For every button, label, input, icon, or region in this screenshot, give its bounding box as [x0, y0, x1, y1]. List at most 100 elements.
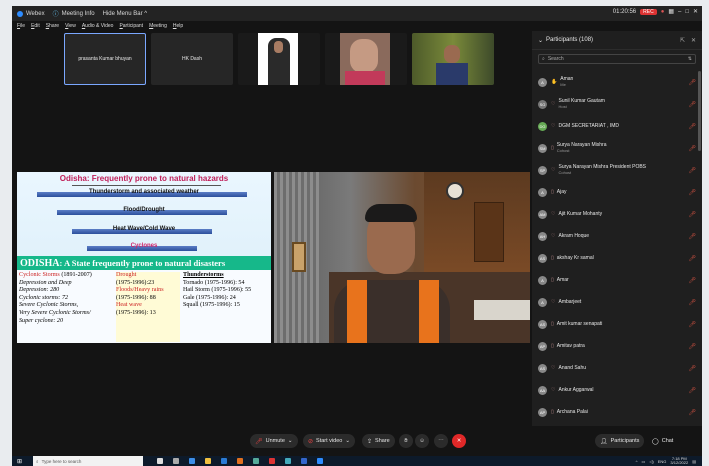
- edge-icon[interactable]: [189, 458, 196, 464]
- avatar: SG: [538, 99, 547, 109]
- smiley-icon: ☺: [419, 438, 425, 444]
- webex-menu[interactable]: Webex: [17, 10, 45, 17]
- participant-row[interactable]: AS ▯ Amit kumar senapati 🎤︎: [532, 313, 702, 335]
- menu-help[interactable]: Help: [173, 23, 183, 29]
- participant-row[interactable]: AS ♡ Anand Sahu 🎤︎: [532, 357, 702, 379]
- video-thumbnail-1[interactable]: [238, 33, 320, 85]
- unmute-button[interactable]: 🎤︎ Unmute ⌄: [250, 434, 298, 448]
- participants-label: Participants: [610, 438, 640, 444]
- muted-mic-icon[interactable]: 🎤︎: [688, 145, 696, 152]
- minimize-button[interactable]: –: [678, 9, 681, 15]
- thumbnail-hk-dash[interactable]: HK Dash: [151, 33, 233, 85]
- meeting-controls-bar: 🎤︎ Unmute ⌄ ⊘ Start video ⌄ ⇪ Share ✋︎ ☺ ⋯ ✕ …: [12, 426, 702, 456]
- sort-icon[interactable]: ⇅: [688, 56, 692, 62]
- opera-icon[interactable]: [269, 458, 276, 464]
- chrome-icon[interactable]: [285, 458, 292, 464]
- muted-mic-icon[interactable]: 🎤︎: [688, 255, 696, 262]
- menu-share[interactable]: Share: [46, 23, 59, 29]
- muted-mic-icon[interactable]: 🎤︎: [688, 167, 696, 174]
- muted-mic-icon[interactable]: 🎤︎: [688, 189, 696, 196]
- participant-row[interactable]: AH ♡ Akram Hoque 🎤︎: [532, 225, 702, 247]
- menu-view[interactable]: View: [65, 23, 76, 29]
- participant-row[interactable]: A ▯ Ajay 🎤︎: [532, 181, 702, 203]
- participant-row[interactable]: AA ♡ Ankur Aggarwal 🎤︎: [532, 379, 702, 401]
- network-icon[interactable]: ▭: [642, 459, 646, 464]
- close-button[interactable]: ✕: [693, 8, 698, 15]
- menu-edit[interactable]: Edit: [31, 23, 40, 29]
- participant-row[interactable]: A ✋ Aman Me 🎤︎: [532, 71, 702, 93]
- muted-mic-icon[interactable]: 🎤︎: [688, 79, 696, 86]
- language-indicator[interactable]: ENG: [658, 459, 667, 464]
- collapse-chevron-icon[interactable]: ⌄: [538, 37, 543, 44]
- taskbar-search-input[interactable]: ⌕ Type here to search: [33, 456, 144, 466]
- hand-icon: ✋︎: [404, 437, 408, 444]
- participant-row[interactable]: AP ▯ Archana Palai 🎤︎: [532, 401, 702, 423]
- muted-mic-icon[interactable]: 🎤︎: [688, 343, 696, 350]
- windows-start-icon[interactable]: ⊞: [17, 458, 22, 465]
- hide-menu-bar[interactable]: Hide Menu Bar ^: [103, 11, 148, 17]
- task-view-icon[interactable]: [173, 458, 180, 464]
- raise-hand-button[interactable]: ✋︎: [399, 434, 413, 448]
- menu-participant[interactable]: Participant: [119, 23, 143, 29]
- muted-mic-icon[interactable]: 🎤︎: [688, 233, 696, 240]
- participant-row[interactable]: SM ▯ Surya Narayan Mishra Cohost 🎤︎: [532, 137, 702, 159]
- heatwave-value: (1975-1996): 13: [116, 309, 156, 316]
- participant-search-input[interactable]: ⌕ Search ⇅: [538, 54, 696, 64]
- participant-row[interactable]: A ▯ Amar 🎤︎: [532, 269, 702, 291]
- close-panel-icon[interactable]: ✕: [691, 37, 696, 44]
- share-button[interactable]: ⇪ Share: [362, 434, 395, 448]
- menu-audio-video[interactable]: Audio & Video: [82, 23, 114, 29]
- mail-icon[interactable]: [301, 458, 308, 464]
- muted-mic-icon[interactable]: 🎤︎: [688, 299, 696, 306]
- start-video-button[interactable]: ⊘ Start video ⌄: [303, 434, 355, 448]
- tray-chevron-icon[interactable]: ^: [636, 459, 638, 464]
- participant-row[interactable]: AM ♡ Ajit Kumar Mohanty 🎤︎: [532, 203, 702, 225]
- muted-mic-icon[interactable]: 🎤︎: [688, 321, 696, 328]
- participant-row[interactable]: AS ▯ akshay Kr samal 🎤︎: [532, 247, 702, 269]
- app-icon[interactable]: [253, 458, 260, 464]
- share-label: Share: [375, 438, 390, 444]
- more-options-button[interactable]: ⋯: [434, 434, 448, 448]
- clock[interactable]: 7:18 PM 3/12/2022: [670, 457, 688, 465]
- thumbnail-prasanta[interactable]: prasanta Kumar bhuyan: [64, 33, 146, 85]
- chevron-down-icon: ⌄: [345, 438, 350, 444]
- muted-mic-icon[interactable]: 🎤︎: [688, 277, 696, 284]
- muted-mic-icon[interactable]: 🎤︎: [688, 365, 696, 372]
- muted-mic-icon[interactable]: 🎤︎: [688, 211, 696, 218]
- muted-mic-icon[interactable]: 🎤︎: [688, 387, 696, 394]
- participant-row[interactable]: AP ▯ Amitav patra 🎤︎: [532, 335, 702, 357]
- video-thumbnail-2[interactable]: [325, 33, 407, 85]
- participants-button[interactable]: 👤︎ Participants: [595, 434, 645, 448]
- volume-icon[interactable]: ◁): [649, 459, 653, 464]
- muted-mic-icon: 🎤︎: [255, 438, 263, 445]
- participant-row[interactable]: A ♡ Ambarjeet 🎤︎: [532, 291, 702, 313]
- active-speaker-video[interactable]: [274, 172, 530, 343]
- leave-meeting-button[interactable]: ✕: [452, 434, 466, 448]
- chat-button[interactable]: ◯ Chat: [647, 434, 678, 448]
- participant-row[interactable]: DG ♡ DGM SECRETARIAT , IMD 🎤︎: [532, 115, 702, 137]
- maximize-button[interactable]: □: [685, 9, 689, 15]
- popout-icon[interactable]: ⇱: [680, 37, 685, 44]
- cortana-icon[interactable]: [157, 458, 164, 464]
- webex-taskbar-icon[interactable]: [317, 458, 324, 464]
- participant-role: Me: [560, 82, 566, 87]
- meeting-info-menu[interactable]: ⓘ Meeting Info: [53, 9, 95, 19]
- notification-icon[interactable]: ▤: [692, 459, 696, 464]
- menu-meeting[interactable]: Meeting: [149, 23, 167, 29]
- file-explorer-icon[interactable]: [205, 458, 212, 464]
- firefox-icon[interactable]: [237, 458, 244, 464]
- avatar: AS: [538, 319, 547, 329]
- muted-mic-icon[interactable]: 🎤︎: [688, 101, 696, 108]
- reactions-button[interactable]: ☺: [415, 434, 429, 448]
- avatar: A: [538, 275, 547, 285]
- participant-row[interactable]: SP ♡ Surya Narayan Mishra President POBS Co…: [532, 159, 702, 181]
- slide-title: Odisha: Frequently prone to natural haza…: [17, 174, 271, 186]
- menu-file[interactable]: File: [17, 23, 25, 29]
- video-thumbnail-3[interactable]: [412, 33, 494, 85]
- participant-row[interactable]: SG ♡ Sunil Kumar Gautam Host 🎤︎: [532, 93, 702, 115]
- layout-icon[interactable]: ▦: [668, 8, 674, 15]
- muted-mic-icon[interactable]: 🎤︎: [688, 409, 696, 416]
- participant-list-scrollbar[interactable]: [698, 71, 701, 151]
- store-icon[interactable]: [221, 458, 228, 464]
- muted-mic-icon[interactable]: 🎤︎: [688, 123, 696, 130]
